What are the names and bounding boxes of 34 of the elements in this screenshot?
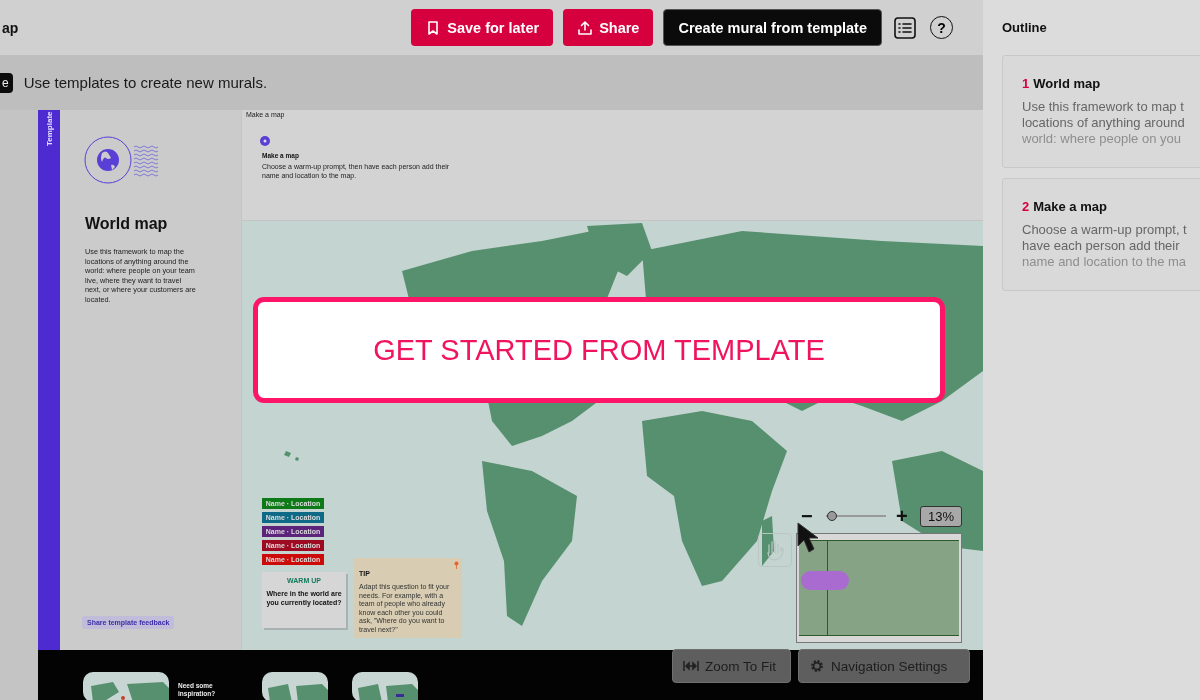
fit-width-icon (683, 659, 699, 673)
zoom-level: 13% (920, 506, 962, 527)
outline-title: Outline (1002, 20, 1048, 35)
template-title: World map (85, 215, 168, 233)
board-title: ap (2, 19, 19, 36)
map-thumbnail (352, 672, 418, 700)
zoom-out-button[interactable]: − (801, 506, 813, 526)
list-icon[interactable] (894, 16, 916, 39)
step-title: Make a map (1033, 199, 1107, 214)
step-description: locations of anything around (1022, 115, 1186, 131)
outline-card[interactable]: 1 World map Use this framework to map t locations of anything around world: where people on you (1002, 55, 1200, 168)
get-started-banner[interactable]: GET STARTED FROM TEMPLATE (253, 297, 945, 403)
step-description: Use this framework to map t (1022, 99, 1185, 115)
step-description: name and location to the ma (1022, 254, 1188, 270)
template-badge: e (0, 72, 13, 93)
step-number: 1 (1022, 76, 1030, 91)
pin-icon (454, 561, 459, 569)
map-thumbnail (262, 672, 328, 700)
action-button[interactable]: Create mural from template (663, 9, 882, 46)
step-title: World map (1033, 76, 1101, 91)
slider-thumb[interactable] (827, 511, 837, 521)
banner-text: Use templates to create new murals. (23, 74, 268, 91)
step-dot-icon (260, 136, 270, 146)
step-description: world: where people on you (1022, 131, 1182, 147)
minimap[interactable] (796, 533, 962, 643)
template-strip: Template (38, 110, 60, 650)
outline-card[interactable]: 2 Make a map Choose a warm-up prompt, t have each person add their name and location to the ma (1002, 178, 1200, 291)
action-button[interactable]: Save for later (411, 9, 554, 46)
gear-icon (809, 659, 825, 673)
action-button[interactable]: Share (563, 9, 654, 46)
step-description: have each person add their (1022, 238, 1181, 254)
upload-icon (577, 19, 594, 36)
step-number: 2 (1022, 199, 1030, 214)
step-description: Choose a warm-up prompt, t (1022, 222, 1188, 238)
